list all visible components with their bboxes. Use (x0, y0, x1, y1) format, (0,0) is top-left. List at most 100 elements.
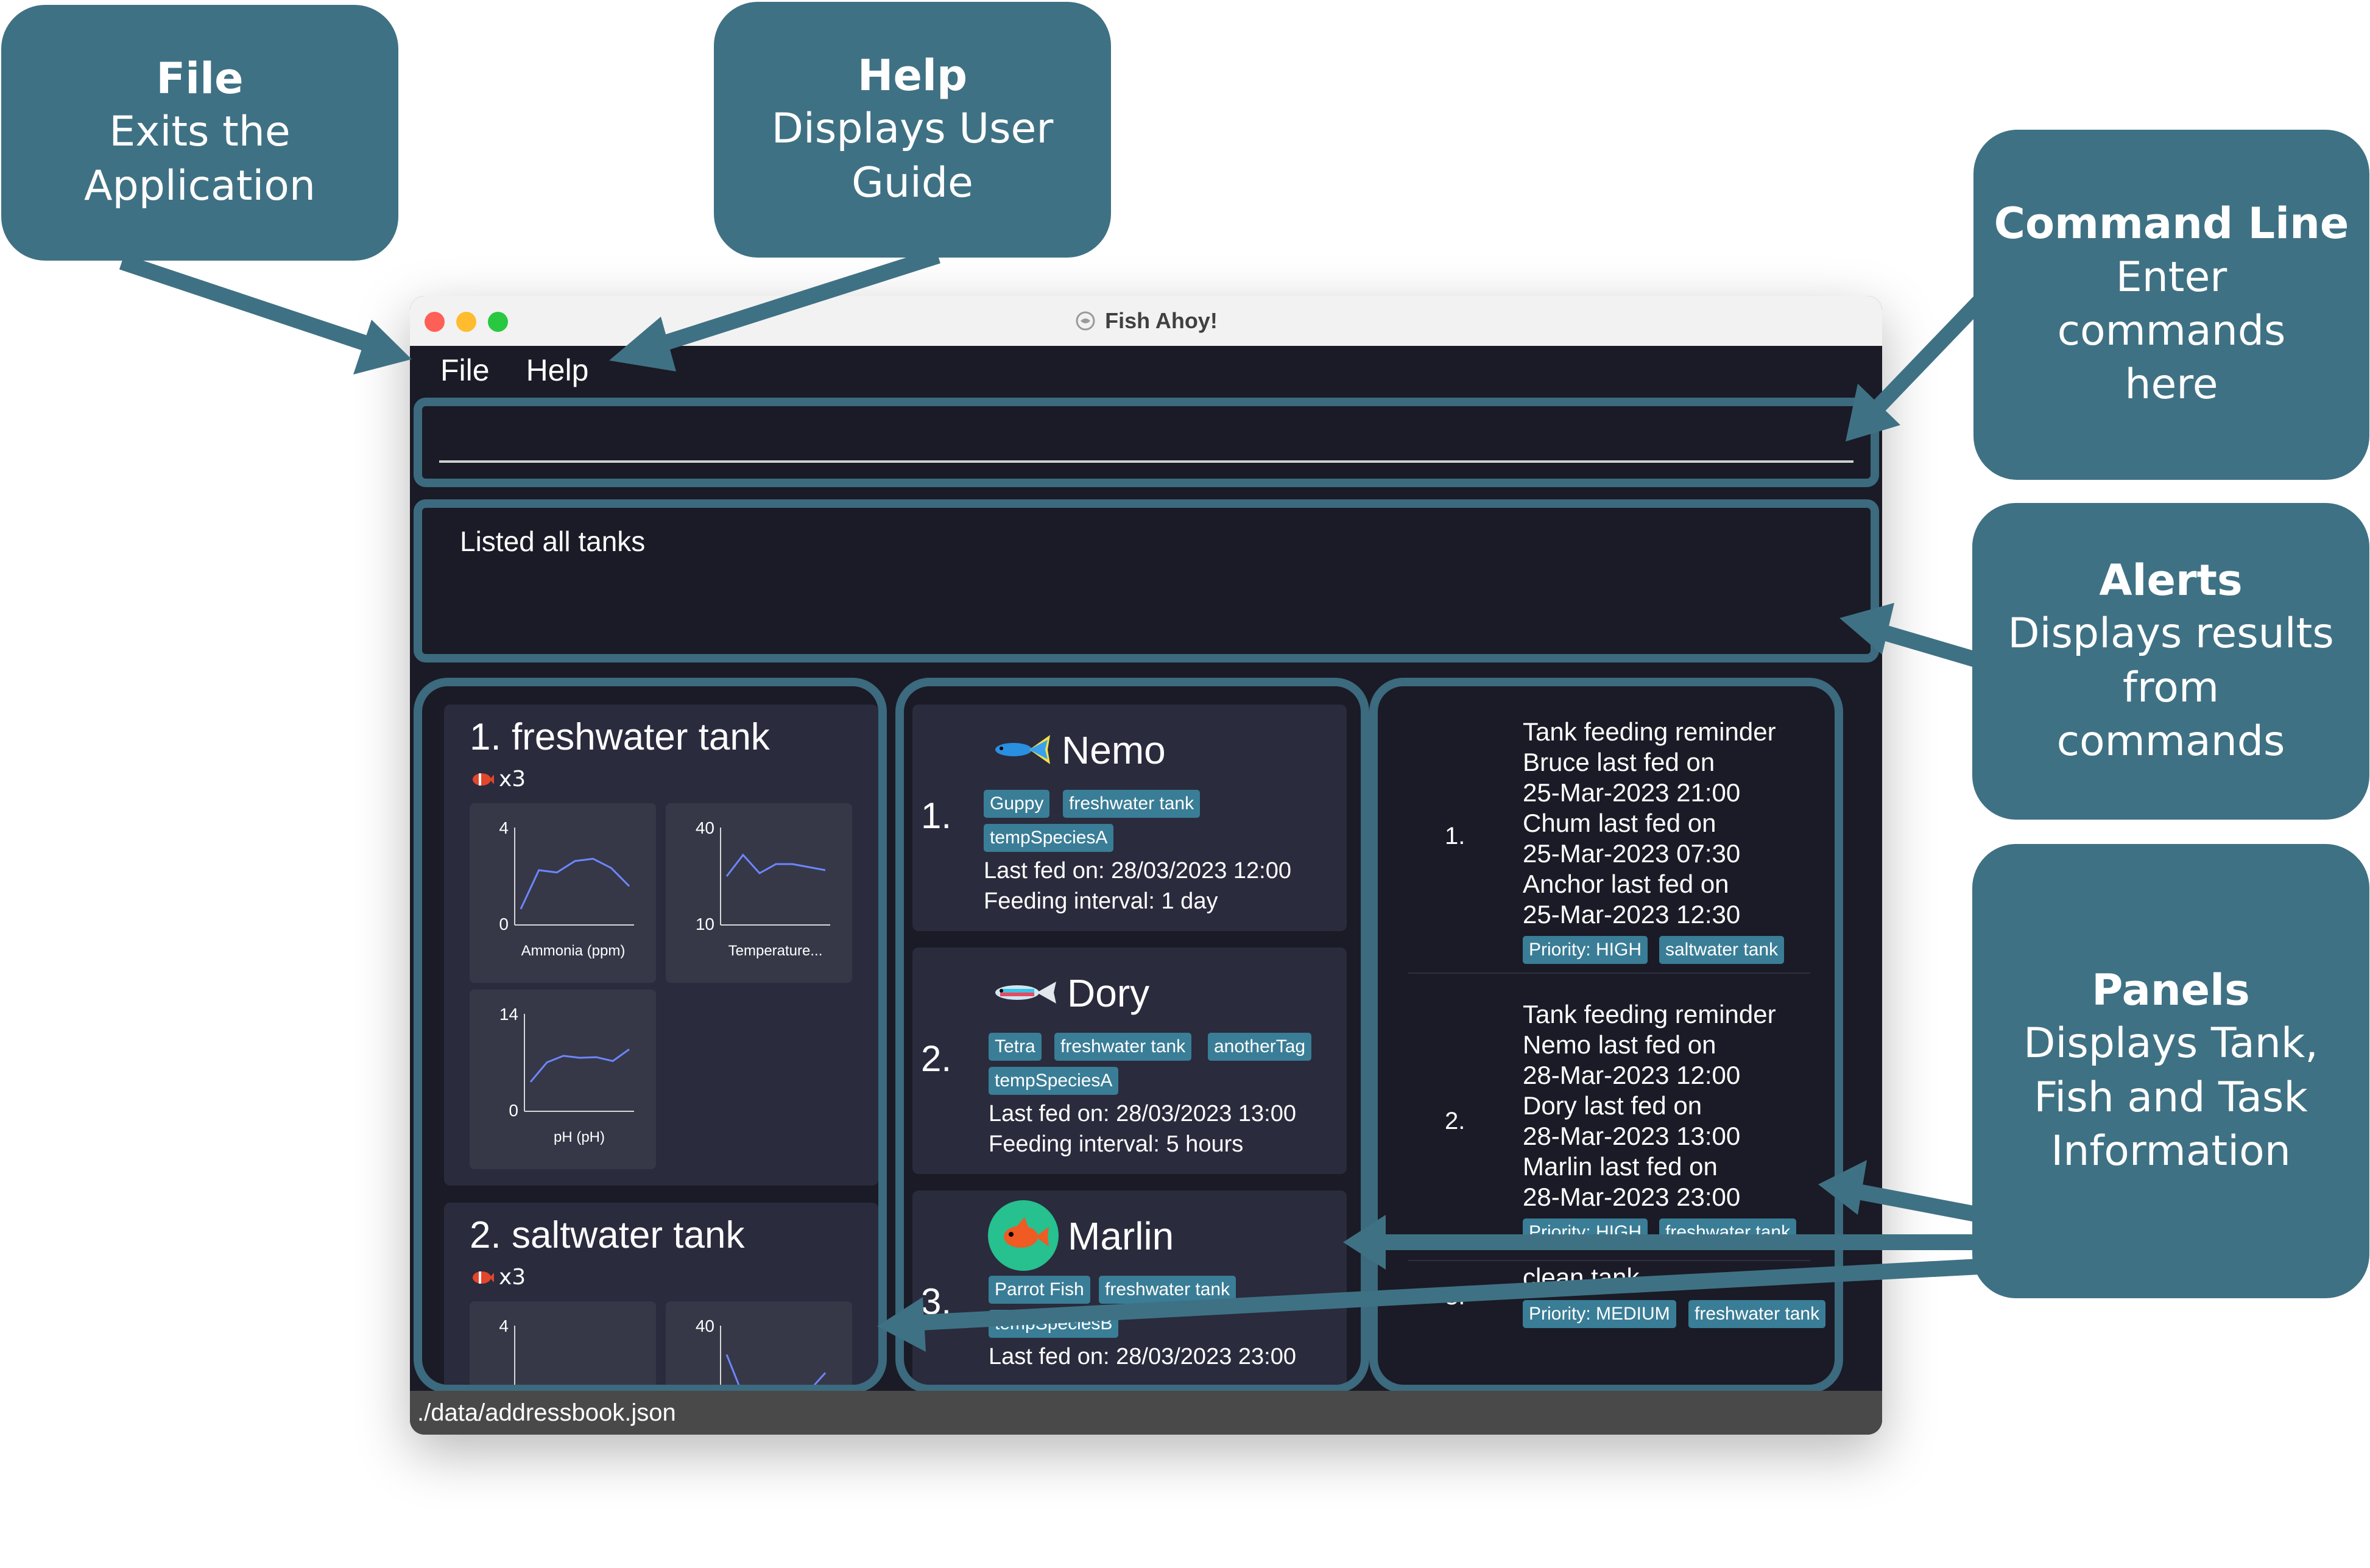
fish-name: Nemo (1062, 728, 1166, 772)
tank-list-panel[interactable]: 1. freshwater tank x3 4 0 Ammonia (ppm) (414, 678, 887, 1393)
alerts-callout-line-2: from (2122, 663, 2220, 712)
tank-card[interactable]: 2. saltwater tank x3 4 40 (444, 1203, 878, 1385)
task-line: clean tank (1523, 1263, 1640, 1292)
task-index: 2. (1445, 1108, 1465, 1134)
fish-tag: freshwater tank (1063, 790, 1201, 818)
fish-tag: freshwater tank (1099, 1276, 1236, 1304)
ph-chart: 14 0 pH (pH) (470, 990, 656, 1169)
fish-list-panel[interactable]: Nemo 1. Guppy freshwater tank tempSpecie… (895, 678, 1369, 1393)
app-window: Fish Ahoy! File Help Listed all tanks 1.… (410, 296, 1882, 1435)
tank-index: 1. (470, 716, 501, 758)
task-line: 25-Mar-2023 12:30 (1523, 900, 1741, 929)
help-callout: Help Displays User Guide (714, 2, 1111, 258)
chart-y-top-label: 4 (499, 818, 509, 837)
status-bar-path: ./data/addressbook.json (417, 1399, 676, 1426)
command-line-callout-line-1: Enter (2115, 253, 2227, 301)
task-line: Chum last fed on (1523, 809, 1716, 837)
fish-index: 2. (921, 1038, 952, 1079)
help-callout-line-2: Guide (852, 158, 973, 207)
maximize-window-button[interactable] (488, 312, 508, 332)
file-arrow-line (119, 254, 384, 356)
title-bar: Fish Ahoy! (410, 296, 1882, 346)
fish-last-fed: Last fed on: 28/03/2023 13:00 (989, 1101, 1296, 1127)
chart-y-bottom-label: 0 (499, 915, 509, 933)
command-line-callout-line-2: commands (2057, 307, 2286, 356)
clownfish-icon (473, 1271, 494, 1284)
app-icon (1076, 311, 1095, 331)
file-callout: File Exits the Application (1, 5, 398, 261)
task-description: Tank feeding reminder Bruce last fed on … (1523, 717, 1776, 930)
task-tank-tag: freshwater tank (1688, 1300, 1826, 1328)
task-line: 28-Mar-2023 12:00 (1523, 1061, 1741, 1089)
guppy-icon (995, 735, 1050, 764)
menu-bar: File Help (410, 346, 1882, 395)
task-description: clean tank (1523, 1262, 1639, 1293)
task-description: Tank feeding reminder Nemo last fed on 2… (1523, 999, 1776, 1212)
fish-name: Dory (1067, 971, 1150, 1015)
chart-y-bottom-label: 0 (509, 1101, 518, 1120)
command-input-underline (439, 460, 1853, 463)
task-item[interactable]: 2. Tank feeding reminder Nemo last fed o… (1378, 974, 1835, 1260)
fish-tag: Guppy (984, 790, 1050, 818)
chart-y-top-label: 40 (696, 818, 714, 837)
tank-index: 2. (470, 1214, 501, 1256)
fish-feeding-interval: Feeding interval: 1 day (984, 888, 1218, 914)
fish-tag: Tetra (989, 1033, 1042, 1061)
task-item[interactable]: 3. clean tank Priority: MEDIUM freshwate… (1378, 1261, 1835, 1383)
fish-name: Marlin (1068, 1214, 1174, 1258)
task-tank-tag: freshwater tank (1659, 1218, 1797, 1246)
tank-fish-count: x3 (470, 767, 526, 792)
window-title-group: Fish Ahoy! (1074, 308, 1218, 334)
tank-chart: 4 (470, 1301, 656, 1385)
window-title: Fish Ahoy! (1105, 308, 1218, 333)
result-display: Listed all tanks (414, 499, 1879, 663)
command-box[interactable] (414, 398, 1879, 487)
fish-tag: tempSpeciesB (989, 1310, 1119, 1338)
menu-help[interactable]: Help (526, 353, 589, 388)
task-item[interactable]: 1. Tank feeding reminder Bruce last fed … (1378, 686, 1835, 972)
chart-label: Ammonia (ppm) (521, 943, 626, 959)
file-callout-title: File (156, 53, 244, 104)
tank-count-value: x3 (499, 1265, 526, 1290)
chart-y-bottom-label: 10 (696, 915, 714, 933)
fish-index: 3. (921, 1281, 952, 1322)
close-window-button[interactable] (425, 312, 445, 332)
file-arrow-head (353, 320, 412, 374)
task-line: Marlin last fed on (1523, 1152, 1718, 1181)
task-list-panel[interactable]: 1. Tank feeding reminder Bruce last fed … (1369, 678, 1843, 1393)
task-line: Bruce last fed on (1523, 748, 1715, 776)
alerts-callout-line-1: Displays results (2008, 610, 2334, 658)
minimize-window-button[interactable] (456, 312, 476, 332)
tank-fish-count: x3 (470, 1265, 526, 1290)
panels-callout-title: Panels (2092, 965, 2250, 1015)
tank-count-value: x3 (499, 767, 526, 792)
task-priority-tag: Priority: HIGH (1523, 936, 1648, 964)
tank-card[interactable]: 1. freshwater tank x3 4 0 Ammonia (ppm) (444, 705, 878, 1186)
fish-tag: tempSpeciesA (989, 1067, 1119, 1095)
chart-series-line (529, 1048, 630, 1083)
tank-title: saltwater tank (511, 1214, 745, 1256)
chart-label: Temperature... (728, 943, 823, 959)
fish-card[interactable]: Marlin 3. Parrot Fish freshwater tank te… (912, 1190, 1347, 1385)
chart-y-top-label: 14 (499, 1005, 518, 1024)
task-line: Nemo last fed on (1523, 1030, 1716, 1059)
task-index: 1. (1445, 823, 1465, 849)
command-line-callout: Command Line Enter commands here (1973, 130, 2369, 480)
clownfish-icon (473, 773, 494, 786)
fish-tag: freshwater tank (1054, 1033, 1192, 1061)
task-line: 25-Mar-2023 07:30 (1523, 839, 1741, 868)
task-line: 28-Mar-2023 13:00 (1523, 1122, 1741, 1150)
menu-file[interactable]: File (440, 353, 490, 388)
tetra-icon (995, 982, 1056, 1004)
chart-series-line (520, 857, 630, 910)
tank-title: freshwater tank (511, 716, 770, 758)
command-input[interactable] (439, 418, 1853, 461)
fish-card[interactable]: Dory 2. Tetra freshwater tank anotherTag… (912, 947, 1347, 1174)
chart-series-line (725, 1354, 827, 1385)
help-callout-title: Help (857, 50, 968, 100)
fish-card[interactable]: Nemo 1. Guppy freshwater tank tempSpecie… (912, 705, 1347, 931)
alerts-callout: Alerts Displays results from commands (1972, 503, 2369, 820)
help-callout-line-1: Displays User (771, 105, 1054, 153)
command-line-arrow-line (1870, 295, 1986, 415)
panels-callout-line-2: Fish and Task (2034, 1073, 2308, 1122)
